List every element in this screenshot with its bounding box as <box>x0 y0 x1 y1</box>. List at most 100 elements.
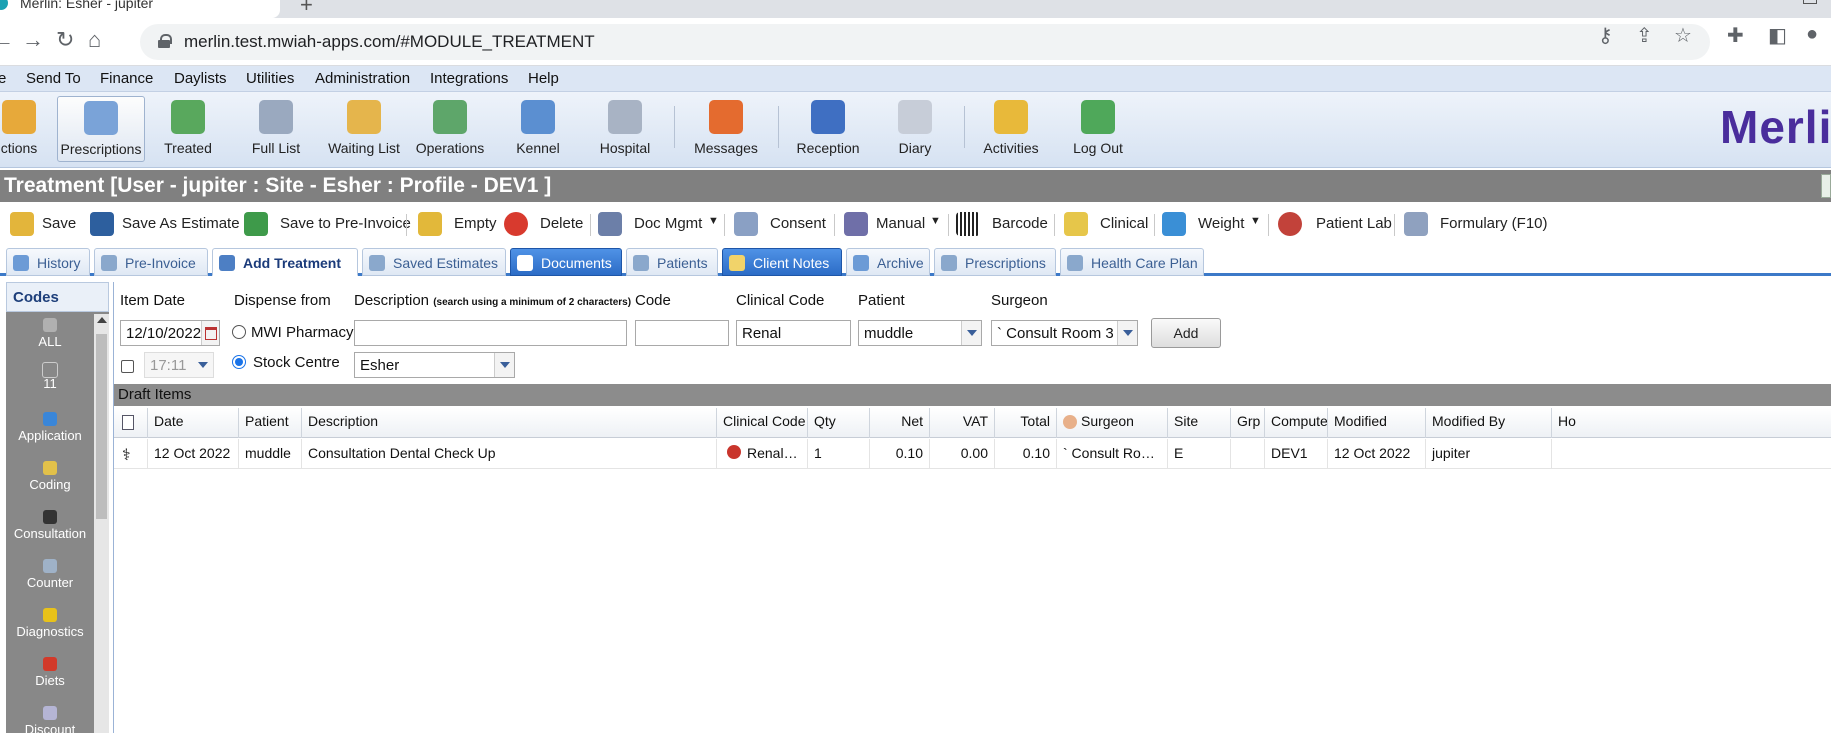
tab-history[interactable]: History <box>6 248 90 276</box>
column-header-date[interactable]: Date <box>148 408 239 438</box>
code-item-consultation[interactable]: Consultation <box>6 510 94 541</box>
address-bar[interactable]: merlin.test.mwiah-apps.com/#MODULE_TREAT… <box>140 24 1710 60</box>
prescriptions-button[interactable]: Prescriptions <box>57 96 145 162</box>
patient-select[interactable]: muddle <box>858 320 982 346</box>
stock-centre-radio[interactable] <box>232 355 246 369</box>
reload-icon[interactable]: ↻ <box>56 28 74 52</box>
column-header-vat[interactable]: VAT <box>930 408 995 438</box>
tab-documents[interactable]: Documents <box>510 248 622 276</box>
save-as-estimate-button[interactable]: Save As Estimate <box>90 210 240 238</box>
key-icon[interactable]: ⚷ <box>1598 23 1613 48</box>
barcode-button[interactable]: Barcode <box>956 210 1048 238</box>
column-header-select[interactable] <box>114 408 148 438</box>
delete-button[interactable]: Delete <box>504 210 584 238</box>
tab-archive[interactable]: Archive <box>846 248 930 276</box>
menu-item-daylists[interactable]: Daylists <box>174 70 227 87</box>
extensions-puzzle-icon[interactable]: ✚ <box>1727 23 1744 48</box>
code-item-application[interactable]: Application <box>6 412 94 443</box>
column-header-description[interactable]: Description <box>302 408 717 438</box>
reception-button[interactable]: Reception <box>786 96 870 162</box>
forward-arrow-icon[interactable]: → <box>22 28 44 52</box>
full-list-button[interactable]: Full List <box>238 96 314 162</box>
code-item-counter[interactable]: Counter <box>6 559 94 590</box>
tab-health-care-plan[interactable]: Health Care Plan <box>1060 248 1204 276</box>
operations-button[interactable]: Operations <box>410 96 490 162</box>
back-arrow-icon[interactable]: ← <box>0 28 14 52</box>
save-to-pre-invoice-button[interactable]: Save to Pre-Invoice <box>244 210 411 238</box>
column-header-patient[interactable]: Patient <box>239 408 302 438</box>
menu-item-finance[interactable]: Finance <box>100 70 153 87</box>
column-header-net[interactable]: Net <box>870 408 930 438</box>
formulary-button[interactable]: Formulary (F10) <box>1404 210 1554 238</box>
browser-tab[interactable]: Merlin: Esher - jupiter <box>0 0 280 18</box>
menu-item-utilities[interactable]: Utilities <box>246 70 294 87</box>
column-header-modified-by[interactable]: Modified By <box>1426 408 1552 438</box>
weight-button[interactable]: Weight ▼ <box>1162 210 1261 238</box>
tab-client-notes[interactable]: Client Notes <box>722 248 842 276</box>
column-header-modified[interactable]: Modified <box>1328 408 1426 438</box>
surgeon-select[interactable]: ` Consult Room 3 - Jo <box>991 320 1138 346</box>
column-header-surgeon[interactable]: Surgeon <box>1057 408 1168 438</box>
waiting-list-button[interactable]: Waiting List <box>322 96 406 162</box>
side-panel-icon[interactable]: ◧ <box>1768 23 1787 48</box>
manual-button[interactable]: Manual ▼ <box>844 210 944 238</box>
profile-avatar-icon[interactable]: ● <box>1806 23 1818 46</box>
column-header-grp[interactable]: Grp <box>1231 408 1265 438</box>
activities-button[interactable]: Activities <box>972 96 1050 162</box>
messages-button[interactable]: Messages <box>686 96 766 162</box>
location-select[interactable]: Esher <box>354 352 515 378</box>
tab-prescriptions[interactable]: Prescriptions <box>934 248 1056 276</box>
tab-patients[interactable]: Patients <box>626 248 718 276</box>
clinical-code-input[interactable]: Renal <box>736 320 851 346</box>
column-header-clinical-code[interactable]: Clinical Code <box>717 408 808 438</box>
item-date-input[interactable]: 12/10/2022 <box>120 320 220 346</box>
table-row[interactable]: ⚕ 12 Oct 2022 muddle Consultation Dental… <box>114 439 1831 469</box>
description-input[interactable] <box>354 320 627 346</box>
doc-mgmt-button[interactable]: Doc Mgmt ▼ <box>598 210 719 238</box>
address-url[interactable]: merlin.test.mwiah-apps.com/#MODULE_TREAT… <box>184 32 595 52</box>
share-icon[interactable]: ⇪ <box>1636 23 1653 48</box>
menu-item-integrations[interactable]: Integrations <box>430 70 508 87</box>
column-header-computer[interactable]: Computer <box>1265 408 1328 438</box>
code-item-11[interactable]: 11 <box>6 362 94 391</box>
code-item-diagnostics[interactable]: Diagnostics <box>6 608 94 639</box>
code-item-discount[interactable]: Discount <box>6 706 94 733</box>
codes-scrollbar[interactable] <box>94 314 109 733</box>
tab-add-treatment[interactable]: Add Treatment <box>212 248 358 276</box>
tab-pre-invoice[interactable]: Pre-Invoice <box>94 248 208 276</box>
menu-item-partial[interactable]: e <box>0 70 6 87</box>
code-item-all[interactable]: ALL <box>6 318 94 349</box>
scrollbar-thumb[interactable] <box>96 334 107 519</box>
scroll-up-arrow-icon[interactable] <box>97 317 107 323</box>
save-button[interactable]: Save <box>10 210 80 238</box>
minimize-window-icon[interactable] <box>1803 0 1817 4</box>
clinical-button[interactable]: Clinical <box>1064 210 1150 238</box>
column-header-ho[interactable]: Ho <box>1552 408 1831 438</box>
column-header-total[interactable]: Total <box>995 408 1057 438</box>
new-tab-icon[interactable]: + <box>300 0 313 18</box>
hospital-button[interactable]: Hospital <box>587 96 663 162</box>
mwi-pharmacy-radio[interactable] <box>232 325 246 339</box>
code-item-coding[interactable]: Coding <box>6 461 94 492</box>
treated-button[interactable]: Treated <box>150 96 226 162</box>
consent-button[interactable]: Consent <box>734 210 826 238</box>
diary-button[interactable]: Diary <box>878 96 952 162</box>
add-button[interactable]: Add <box>1151 318 1221 348</box>
menu-item-help[interactable]: Help <box>528 70 559 87</box>
code-item-diets[interactable]: Diets <box>6 657 94 688</box>
tab-saved-estimates[interactable]: Saved Estimates <box>362 248 506 276</box>
home-icon[interactable]: ⌂ <box>88 28 101 52</box>
empty-button[interactable]: Empty <box>418 210 498 238</box>
calendar-icon[interactable] <box>201 321 219 345</box>
time-enable-checkbox[interactable] <box>121 360 134 373</box>
column-header-qty[interactable]: Qty <box>808 408 870 438</box>
log-out-button[interactable]: Log Out <box>1060 96 1136 162</box>
column-header-site[interactable]: Site <box>1168 408 1231 438</box>
kennel-button[interactable]: Kennel <box>500 96 576 162</box>
menu-item-administration[interactable]: Administration <box>315 70 410 87</box>
menu-item-send-to[interactable]: Send To <box>26 70 81 87</box>
bookmark-star-icon[interactable]: ☆ <box>1674 23 1692 48</box>
time-input[interactable]: 17:11 <box>144 352 214 378</box>
code-input[interactable] <box>635 320 729 346</box>
patient-lab-button[interactable]: Patient Lab <box>1278 210 1398 238</box>
